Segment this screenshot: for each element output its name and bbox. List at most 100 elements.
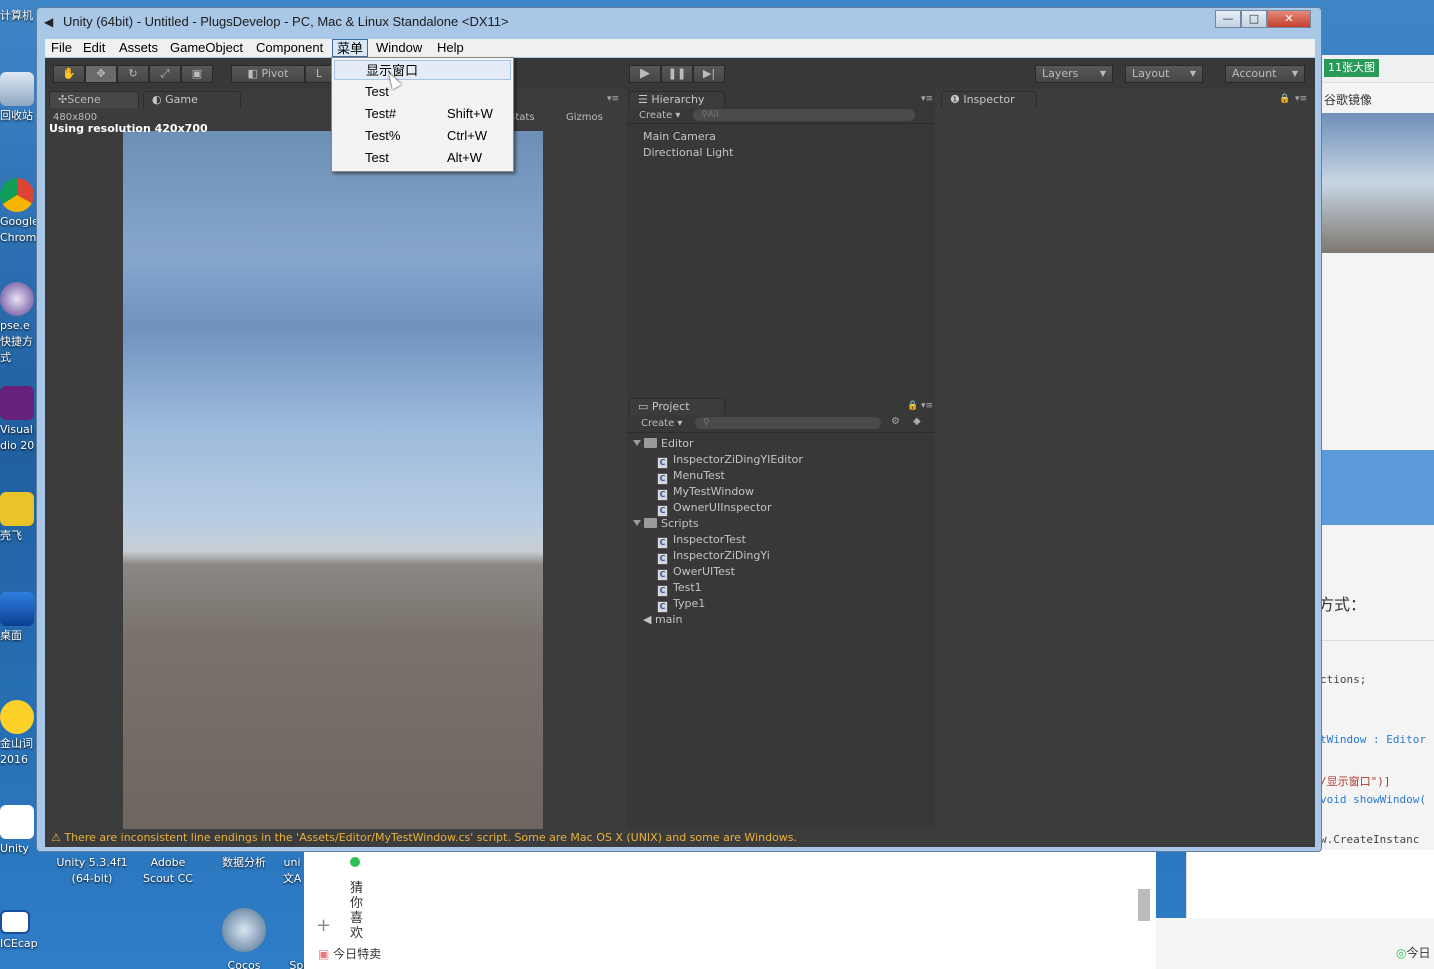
layout-label: Layout — [1132, 67, 1170, 80]
desktop-icon-unity-534[interactable]: Unity 5.3.4f1 (64-bit) — [52, 855, 132, 887]
desktop-icon-shortcut[interactable]: 桌面 — [0, 592, 36, 644]
gizmos-dropdown[interactable]: Gizmos — [566, 112, 603, 123]
filter-label-icon[interactable]: ◆ — [913, 416, 921, 427]
project-script-row[interactable]: C InspectorZiDingYIEditor — [657, 452, 803, 469]
project-search-input[interactable]: ⚲ — [695, 417, 881, 429]
desktop-icon-unity[interactable]: Unity — [0, 805, 36, 857]
title-bar[interactable]: ◀ Unity (64bit) - Untitled - PlugsDevelo… — [37, 8, 1321, 36]
hierarchy-search-input[interactable]: ⚲All — [693, 109, 915, 121]
tab-hierarchy[interactable]: ☰ Hierarchy — [629, 91, 725, 108]
menu-item-test-alt[interactable]: Test Alt+W — [334, 148, 511, 168]
desktop-icon-eclipse[interactable]: pse.e 快捷方式 — [0, 282, 36, 366]
game-view-render[interactable] — [123, 131, 543, 831]
play-button[interactable]: ▶ — [629, 65, 661, 83]
background-footer — [1156, 918, 1434, 969]
cocos-icon[interactable] — [222, 908, 266, 952]
menu-item-test-ctrl[interactable]: Test% Ctrl+W — [334, 126, 511, 146]
project-create-dropdown[interactable]: Create ▾ — [641, 418, 682, 429]
minimize-button[interactable]: — — [1215, 10, 1241, 28]
desktop-icon-recycle-bin[interactable]: 回收站 — [0, 72, 36, 124]
pivot-button[interactable]: ◧ Pivot — [231, 65, 305, 83]
menu-help[interactable]: Help — [433, 39, 468, 57]
tab-scene[interactable]: ✣Scene — [49, 91, 139, 108]
account-dropdown[interactable]: Account ▼ — [1225, 65, 1305, 83]
project-script-row[interactable]: C OwerUITest — [657, 564, 735, 581]
layers-label: Layers — [1042, 67, 1079, 80]
menu-item-test[interactable]: Test — [334, 82, 511, 102]
project-script-row[interactable]: C Test1 — [657, 580, 702, 597]
hierarchy-item[interactable]: Directional Light — [643, 145, 733, 161]
inspector-menu-icon[interactable]: ▾≡ — [1295, 94, 1307, 104]
project-create-label: Create — [641, 418, 675, 429]
scale-tool-button[interactable]: ⤢ — [149, 65, 181, 83]
project-script-row[interactable]: C MyTestWindow — [657, 484, 755, 501]
desktop-icon-adobe-scout[interactable]: Adobe Scout CC — [136, 855, 200, 887]
desktop-icon-icecap[interactable]: ICEcap — [0, 910, 38, 952]
tab-project[interactable]: ▭ Project — [629, 398, 725, 415]
project-item-label: MyTestWindow — [673, 485, 755, 498]
rect-tool-button[interactable]: ▣ — [181, 65, 213, 83]
desktop-icon-dictionary[interactable]: 金山词 2016 — [0, 700, 36, 768]
filter-type-icon[interactable]: ⚙ — [891, 416, 900, 427]
project-folder-row[interactable]: Scripts — [633, 516, 699, 532]
desktop-icon-chrome[interactable]: Google Chrome — [0, 178, 43, 246]
guess-you-like[interactable]: 猜你喜欢 — [350, 881, 364, 941]
project-script-row[interactable]: C MenuTest — [657, 468, 725, 485]
project-scene-row[interactable]: ◀ main — [633, 612, 682, 628]
project-item-label: Editor — [661, 437, 694, 450]
desktop-icon-uni[interactable]: uni 文A — [280, 855, 304, 887]
menu-custom[interactable]: 菜单 — [332, 39, 369, 57]
desktop-icon-cocos[interactable]: Cocos — [222, 958, 266, 969]
menu-gameobject[interactable]: GameObject — [166, 39, 247, 57]
expand-arrow-icon[interactable] — [633, 440, 641, 446]
desktop-icon-visual-studio[interactable]: Visual dio 20 — [0, 386, 36, 454]
hierarchy-item[interactable]: Main Camera — [643, 129, 716, 145]
hand-tool-button[interactable]: ✋ — [53, 65, 85, 83]
scrollbar-thumb[interactable] — [1138, 889, 1150, 921]
move-tool-button[interactable]: ✥ — [85, 65, 117, 83]
project-script-row[interactable]: C InspectorZiDingYi — [657, 548, 770, 565]
menu-item-show-window[interactable]: 显示窗口 — [334, 60, 511, 80]
project-script-row[interactable]: C Type1 — [657, 596, 705, 613]
project-folder-row[interactable]: Editor — [633, 436, 694, 452]
hierarchy-menu-icon[interactable]: ▾≡ — [921, 94, 933, 104]
pause-button[interactable]: ❚❚ — [661, 65, 693, 83]
project-lock-icon[interactable]: 🔒 — [907, 401, 918, 411]
lock-icon[interactable]: 🔒 — [1279, 94, 1290, 104]
local-button[interactable]: L — [305, 65, 333, 83]
menu-edit[interactable]: Edit — [79, 39, 109, 57]
menu-assets[interactable]: Assets — [115, 39, 162, 57]
menu-file[interactable]: File — [47, 39, 76, 57]
today-sale-link[interactable]: ▣ 今日特卖 — [318, 945, 381, 962]
close-button[interactable]: ✕ — [1267, 10, 1311, 28]
step-button[interactable]: ▶| — [693, 65, 725, 83]
hierarchy-create-dropdown[interactable]: Create ▾ — [639, 110, 680, 121]
layout-dropdown[interactable]: Layout ▼ — [1125, 65, 1203, 83]
maximize-button[interactable]: □ — [1241, 10, 1267, 28]
layers-dropdown[interactable]: Layers ▼ — [1035, 65, 1113, 83]
tab-inspector[interactable]: ❶ Inspector — [941, 91, 1037, 108]
menu-window[interactable]: Window — [372, 39, 426, 57]
project-script-row[interactable]: C OwnerUIInspector — [657, 500, 772, 517]
window-title: Unity (64bit) - Untitled - PlugsDevelop … — [63, 14, 509, 29]
rotate-tool-button[interactable]: ↻ — [117, 65, 149, 83]
status-bar[interactable]: ⚠ There are inconsistent line endings in… — [45, 829, 1315, 847]
project-script-row[interactable]: C InspectorTest — [657, 532, 746, 549]
info-icon: ❶ — [950, 93, 964, 106]
desktop-icon-data-analysis[interactable]: 数据分析 — [214, 855, 274, 871]
thumbnail-image — [1318, 113, 1434, 253]
project-item-label: Test1 — [673, 581, 702, 594]
image-count-badge[interactable]: 11张大图 — [1324, 59, 1379, 77]
menu-item-test-shift[interactable]: Test# Shift+W — [334, 104, 511, 124]
add-button[interactable]: + — [316, 915, 331, 936]
expand-arrow-icon[interactable] — [633, 520, 641, 526]
tab-game[interactable]: ◐ Game — [143, 91, 241, 108]
menu-component[interactable]: Component — [252, 39, 327, 57]
project-menu-icon[interactable]: ▾≡ — [921, 401, 933, 411]
desktop-icon-computer[interactable]: 计算机 — [0, 8, 36, 24]
desktop-icon-app-m[interactable]: 壳飞 — [0, 492, 36, 544]
today-right-link[interactable]: ◎今日 — [1396, 944, 1431, 961]
panel-menu-icon[interactable]: ▾≡ — [607, 94, 619, 104]
status-message: There are inconsistent line endings in t… — [64, 831, 798, 844]
mirror-link[interactable]: 谷歌镜像 — [1324, 91, 1372, 108]
